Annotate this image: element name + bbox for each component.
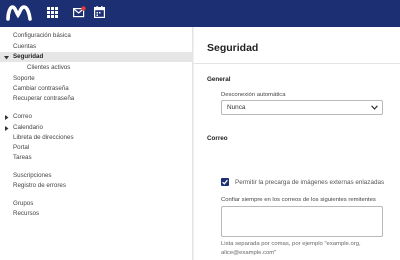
sidebar-item-seguridad[interactable]: Seguridad	[0, 52, 193, 62]
sidebar-item-label: Configuración básica	[13, 32, 71, 39]
preload-images-label: Permitir la precarga de imágenes externa…	[235, 179, 385, 186]
trusted-senders-hint: Lista separada por comas, por ejemplo "e…	[221, 241, 361, 256]
sidebar-item-clientes-activos[interactable]: Clientes activos	[0, 63, 193, 73]
trusted-senders-textarea[interactable]	[221, 206, 383, 237]
sidebar-item-label: Recuperar contraseña	[13, 95, 75, 102]
sidebar-item-label: Cuentas	[13, 43, 37, 50]
sidebar-item-label: Calendario	[13, 124, 43, 131]
caret-down-icon[interactable]	[4, 55, 9, 60]
title-divider	[194, 63, 400, 64]
sidebar-item-label: Registro de errores	[13, 182, 66, 189]
sidebar-item-recursos[interactable]: Recursos	[0, 209, 193, 219]
sidebar-item-label: Portal	[13, 144, 30, 151]
sidebar-item-calendario[interactable]: Calendario	[0, 123, 193, 133]
sidebar-item-correo[interactable]: Correo	[0, 112, 193, 122]
page-title: Seguridad	[207, 42, 259, 54]
caret-right-icon[interactable]	[4, 115, 9, 120]
sidebar-item-label: Grupos	[13, 200, 34, 207]
top-bar	[0, 0, 400, 27]
settings-sidebar: Configuración básica Cuentas Seguridad C…	[0, 27, 193, 260]
caret-right-icon[interactable]	[4, 126, 9, 131]
calendar-icon[interactable]	[94, 6, 108, 19]
settings-content: Seguridad General Desconexión automática…	[194, 27, 400, 260]
apps-grid-icon[interactable]	[47, 7, 61, 20]
sidebar-item-cambiar-contrasena[interactable]: Cambiar contraseña	[0, 84, 193, 94]
sidebar-item-registro-de-errores[interactable]: Registro de errores	[0, 181, 193, 191]
chevron-down-icon	[371, 105, 378, 110]
sidebar-item-tareas[interactable]: Tareas	[0, 153, 193, 163]
preload-images-checkbox[interactable]	[221, 178, 229, 186]
sidebar-item-recuperar-contrasena[interactable]: Recuperar contraseña	[0, 94, 193, 104]
autologout-label: Desconexión automática	[221, 92, 286, 98]
sidebar-item-suscripciones[interactable]: Suscripciones	[0, 171, 193, 181]
sidebar-item-label: Suscripciones	[13, 172, 52, 179]
sidebar-item-libreta-de-direcciones[interactable]: Libreta de direcciones	[0, 133, 193, 143]
sidebar-item-label: Soporte	[13, 75, 35, 82]
sidebar-item-configuracion-basica[interactable]: Configuración básica	[0, 31, 193, 41]
sidebar-item-soporte[interactable]: Soporte	[0, 74, 193, 84]
sidebar-item-portal[interactable]: Portal	[0, 143, 193, 153]
sidebar-item-label: Correo	[13, 113, 32, 120]
autologout-value: Nunca	[227, 104, 246, 111]
mail-unread-badge	[81, 6, 86, 11]
sidebar-item-cuentas[interactable]: Cuentas	[0, 42, 193, 52]
sidebar-item-label: Libreta de direcciones	[13, 134, 74, 141]
section-heading-general: General	[207, 76, 231, 83]
sidebar-item-label: Cambiar contraseña	[13, 85, 69, 92]
section-heading-correo: Correo	[207, 135, 228, 142]
movistar-logo[interactable]	[6, 4, 34, 22]
sidebar-item-label: Clientes activos	[27, 64, 71, 71]
sidebar-item-label: Tareas	[13, 154, 32, 161]
mail-icon[interactable]	[73, 6, 87, 19]
sidebar-item-label: Recursos	[13, 210, 40, 217]
sidebar-item-grupos[interactable]: Grupos	[0, 199, 193, 209]
autologout-select[interactable]: Nunca	[221, 100, 383, 115]
trusted-senders-label: Confiar siempre en los correos de los si…	[221, 197, 376, 203]
sidebar-item-label: Seguridad	[13, 53, 44, 60]
